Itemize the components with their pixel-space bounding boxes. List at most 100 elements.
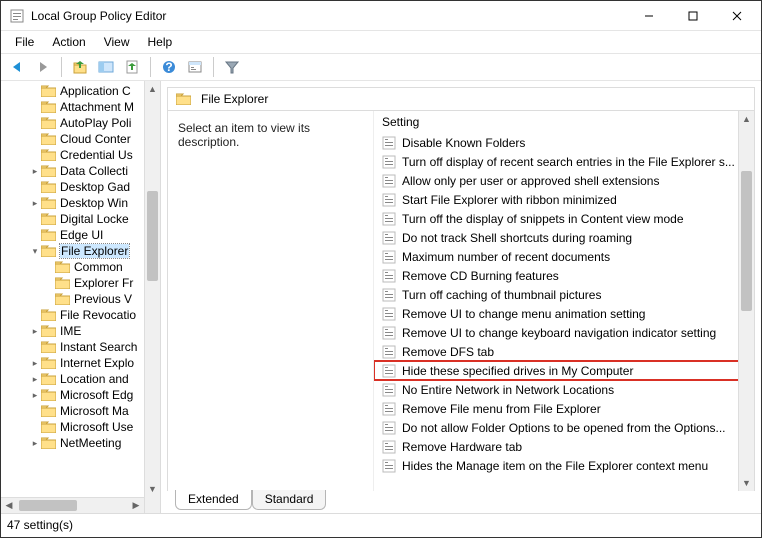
- tab-extended[interactable]: Extended: [175, 490, 252, 510]
- tree-item[interactable]: Previous V: [1, 291, 160, 307]
- detail-title: File Explorer: [201, 92, 268, 106]
- folder-icon: [41, 341, 56, 353]
- setting-item[interactable]: Turn off the display of snippets in Cont…: [374, 209, 754, 228]
- setting-item[interactable]: Remove Hardware tab: [374, 437, 754, 456]
- policy-icon: [382, 269, 396, 283]
- setting-item[interactable]: Hide these specified drives in My Comput…: [374, 361, 754, 380]
- help-button[interactable]: ?: [157, 55, 181, 79]
- setting-item[interactable]: Do not track Shell shortcuts during roam…: [374, 228, 754, 247]
- setting-item[interactable]: Remove DFS tab: [374, 342, 754, 361]
- menu-help[interactable]: Help: [140, 33, 181, 51]
- tree-hscrollbar[interactable]: ◀ ▶: [1, 497, 144, 513]
- policy-icon: [382, 421, 396, 435]
- setting-item[interactable]: Remove UI to change keyboard navigation …: [374, 323, 754, 342]
- tree-item[interactable]: Instant Search: [1, 339, 160, 355]
- setting-item[interactable]: Remove File menu from File Explorer: [374, 399, 754, 418]
- setting-item[interactable]: Disable Known Folders: [374, 133, 754, 152]
- status-bar: 47 setting(s): [1, 513, 761, 535]
- tree-vscrollbar[interactable]: ▲ ▼: [144, 81, 160, 513]
- tree-expander-icon[interactable]: ▸: [29, 390, 41, 401]
- setting-item[interactable]: Do not allow Folder Options to be opened…: [374, 418, 754, 437]
- tree-expander-icon[interactable]: ▸: [29, 198, 41, 209]
- tree-item[interactable]: Attachment M: [1, 99, 160, 115]
- detail-tabs: Extended Standard: [167, 491, 755, 513]
- properties-button[interactable]: [183, 55, 207, 79]
- folder-icon: [41, 181, 56, 193]
- setting-item[interactable]: Turn off caching of thumbnail pictures: [374, 285, 754, 304]
- tree-item[interactable]: ▸Data Collecti: [1, 163, 160, 179]
- setting-item[interactable]: No Entire Network in Network Locations: [374, 380, 754, 399]
- tree-item-label: Edge UI: [60, 228, 103, 242]
- folder-icon: [41, 245, 56, 257]
- tree-item[interactable]: ▸Microsoft Edg: [1, 387, 160, 403]
- setting-label: No Entire Network in Network Locations: [402, 383, 614, 397]
- tab-standard[interactable]: Standard: [252, 490, 327, 510]
- filter-button[interactable]: [220, 55, 244, 79]
- tree-item[interactable]: File Revocatio: [1, 307, 160, 323]
- tree-item[interactable]: Application C: [1, 83, 160, 99]
- tree-item[interactable]: Desktop Gad: [1, 179, 160, 195]
- tree-item[interactable]: Microsoft Ma: [1, 403, 160, 419]
- setting-item[interactable]: Start File Explorer with ribbon minimize…: [374, 190, 754, 209]
- tree-item[interactable]: ▸Location and: [1, 371, 160, 387]
- menu-action[interactable]: Action: [44, 33, 93, 51]
- folder-icon: [176, 93, 191, 105]
- policy-icon: [382, 193, 396, 207]
- setting-item[interactable]: Remove CD Burning features: [374, 266, 754, 285]
- show-tree-button[interactable]: [94, 55, 118, 79]
- toolbar-separator: [150, 57, 151, 77]
- up-button[interactable]: [68, 55, 92, 79]
- folder-icon: [41, 149, 56, 161]
- tree-item[interactable]: Credential Us: [1, 147, 160, 163]
- setting-label: Disable Known Folders: [402, 136, 525, 150]
- tree-expander-icon[interactable]: ▸: [29, 374, 41, 385]
- folder-icon: [41, 309, 56, 321]
- tree-item[interactable]: Digital Locke: [1, 211, 160, 227]
- close-button[interactable]: [715, 2, 759, 30]
- tree-item[interactable]: Common: [1, 259, 160, 275]
- setting-item[interactable]: Hides the Manage item on the File Explor…: [374, 456, 754, 475]
- back-button[interactable]: [5, 55, 29, 79]
- folder-icon: [41, 437, 56, 449]
- policy-icon: [382, 250, 396, 264]
- tree-expander-icon[interactable]: ▸: [29, 326, 41, 337]
- svg-text:?: ?: [165, 60, 172, 74]
- setting-item[interactable]: Maximum number of recent documents: [374, 247, 754, 266]
- folder-icon: [41, 133, 56, 145]
- settings-vscrollbar[interactable]: ▲ ▼: [738, 111, 754, 491]
- setting-item[interactable]: Remove UI to change menu animation setti…: [374, 304, 754, 323]
- setting-label: Remove Hardware tab: [402, 440, 522, 454]
- forward-button[interactable]: [31, 55, 55, 79]
- setting-list[interactable]: Disable Known Folders Turn off display of…: [374, 133, 754, 491]
- maximize-button[interactable]: [671, 2, 715, 30]
- tree-item-label: Application C: [60, 84, 131, 98]
- tree-item[interactable]: ▸IME: [1, 323, 160, 339]
- menu-file[interactable]: File: [7, 33, 42, 51]
- tree-item[interactable]: ▸Internet Explo: [1, 355, 160, 371]
- tree-item[interactable]: Explorer Fr: [1, 275, 160, 291]
- tree-expander-icon[interactable]: ▸: [29, 166, 41, 177]
- setting-item[interactable]: Allow only per user or approved shell ex…: [374, 171, 754, 190]
- folder-icon: [55, 277, 70, 289]
- tree-item[interactable]: ▾File Explorer: [1, 243, 160, 259]
- tree-expander-icon[interactable]: ▸: [29, 358, 41, 369]
- tree-pane[interactable]: Application CAttachment MAutoPlay PoliCl…: [1, 81, 161, 513]
- tree-expander-icon[interactable]: ▾: [29, 246, 41, 257]
- policy-icon: [382, 136, 396, 150]
- tree-item[interactable]: AutoPlay Poli: [1, 115, 160, 131]
- policy-icon: [382, 307, 396, 321]
- export-button[interactable]: [120, 55, 144, 79]
- tree-expander-icon[interactable]: ▸: [29, 438, 41, 449]
- tree-item-label: NetMeeting: [60, 436, 121, 450]
- tree-item[interactable]: ▸Desktop Win: [1, 195, 160, 211]
- menu-view[interactable]: View: [96, 33, 138, 51]
- column-header-setting[interactable]: Setting: [374, 111, 754, 133]
- setting-item[interactable]: Turn off display of recent search entrie…: [374, 152, 754, 171]
- folder-icon: [41, 117, 56, 129]
- minimize-button[interactable]: [627, 2, 671, 30]
- tree-item[interactable]: Microsoft Use: [1, 419, 160, 435]
- tree-item[interactable]: ▸ NetMeeting: [1, 435, 160, 451]
- tree-item[interactable]: Cloud Conter: [1, 131, 160, 147]
- tree-item-label: Microsoft Use: [60, 420, 133, 434]
- tree-item[interactable]: Edge UI: [1, 227, 160, 243]
